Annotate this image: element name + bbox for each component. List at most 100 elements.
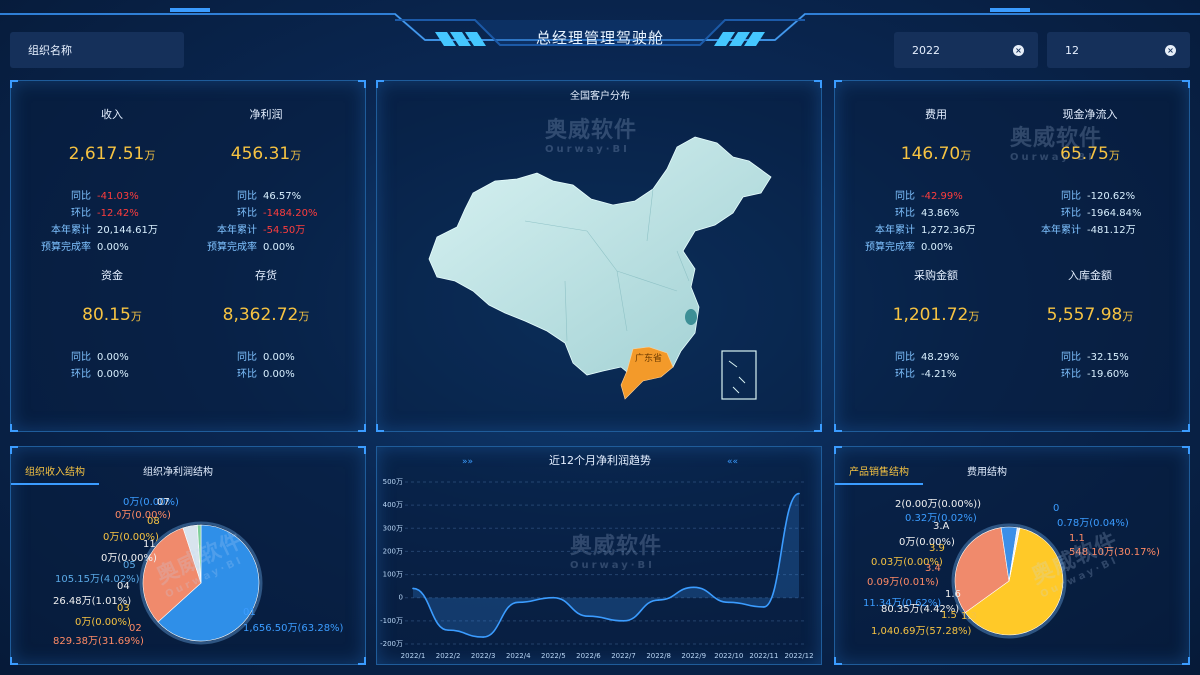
trend-point xyxy=(517,601,520,604)
y-tick-label: 0 xyxy=(399,594,403,602)
metric-key: 同比 xyxy=(1061,352,1081,363)
pie-label: 2(0.00万(0.00%)) xyxy=(895,499,982,510)
metric-key: 环比 xyxy=(895,369,915,380)
metric-row: 本年累计 -481.12万 xyxy=(1001,221,1136,236)
metric-value: -42.99% xyxy=(921,191,963,202)
y-tick-label: 300万 xyxy=(383,524,403,532)
org-name-placeholder: 组织名称 xyxy=(28,44,72,57)
kpi-value: 5,557.98万 xyxy=(1046,305,1134,325)
metric-key: 同比 xyxy=(895,352,915,363)
pie-label: 1,040.69万(57.28%) xyxy=(871,626,972,637)
kpi-label: 收入 xyxy=(101,108,123,121)
metric-value: 0.00% xyxy=(97,352,129,363)
year-select[interactable]: 2022 × xyxy=(894,32,1038,68)
map-highlight-label: 广东省 xyxy=(635,352,662,364)
metric-key: 同比 xyxy=(71,352,91,363)
x-tick-label: 2022/1 xyxy=(401,652,426,660)
pie-label: 3.A xyxy=(933,521,950,532)
trend-point xyxy=(412,587,414,590)
y-tick-label: 400万 xyxy=(383,501,403,509)
trend-point xyxy=(482,636,484,638)
kpi-label: 存货 xyxy=(255,269,277,282)
trend-point xyxy=(447,629,449,631)
pie-label: 0万(0.00%) xyxy=(115,510,171,521)
month-select[interactable]: 12 × xyxy=(1047,32,1190,68)
metric-key: 预算完成率 xyxy=(207,242,257,253)
metric-row: 同比 -32.15% xyxy=(1001,348,1129,363)
metric-key: 同比 xyxy=(895,191,915,202)
metric-value: 48.29% xyxy=(921,352,960,363)
x-tick-label: 2022/5 xyxy=(541,652,566,660)
metric-value: -32.15% xyxy=(1087,352,1129,363)
trend-point xyxy=(728,601,730,604)
year-value: 2022 xyxy=(912,43,940,57)
metric-row: 环比 -19.60% xyxy=(1001,365,1129,380)
metric-row: 同比 -120.62% xyxy=(1001,187,1135,202)
kpi-label: 入库金额 xyxy=(1068,269,1112,282)
pie-label: 0 xyxy=(1053,503,1060,514)
metric-key: 本年累计 xyxy=(51,225,91,236)
pie-label: 1.3 xyxy=(961,611,977,622)
map-region-mainland xyxy=(428,136,772,378)
purchase-kpi: 采购金额 1,201.72万 xyxy=(861,267,1011,325)
trend-point xyxy=(552,596,555,599)
watermark: 奥威软件 Ourway·BI xyxy=(545,118,638,155)
pie-label: 04 xyxy=(117,581,130,592)
revenue-kpi: 收入 2,617.51万 xyxy=(37,106,187,164)
metric-value: 43.86% xyxy=(921,208,960,219)
pie-label: 08 xyxy=(147,516,160,527)
pie-label: 1.6 xyxy=(945,589,961,600)
pie-label: 1,656.50万(63.28%) xyxy=(243,623,344,634)
metric-row: 本年累计 1,272.36万 xyxy=(835,221,976,236)
metric-key: 环比 xyxy=(71,208,91,219)
watermark: 奥威软件 Ourway·BI xyxy=(1010,126,1103,163)
metric-row: 环比 -1964.84% xyxy=(1001,204,1141,219)
metric-row: 同比 -41.03% xyxy=(11,187,139,202)
kpi-value: 2,617.51万 xyxy=(68,144,156,164)
pie-label: 0.78万(0.04%) xyxy=(1057,518,1129,529)
metric-value: -12.42% xyxy=(97,208,139,219)
metric-row: 本年累计 20,144.61万 xyxy=(11,221,158,236)
trend-point xyxy=(657,599,660,601)
metric-row: 环比 -4.21% xyxy=(835,365,956,380)
metric-value: 0.00% xyxy=(921,242,953,253)
product-structure-panel: 产品销售结构 费用结构 2(0.00万(0.00%)) 0.32万(0.02%) 3… xyxy=(834,446,1190,665)
x-tick-label: 2022/3 xyxy=(471,652,496,660)
x-tick-label: 2022/2 xyxy=(436,652,461,660)
kpi-label: 采购金额 xyxy=(914,269,958,282)
pie-label: 0.09万(0.01%) xyxy=(867,577,939,588)
kpi-label: 费用 xyxy=(925,108,947,121)
clear-icon[interactable]: × xyxy=(1165,45,1176,56)
metric-value: 0.00% xyxy=(97,242,129,253)
trend-point xyxy=(587,615,590,618)
metric-row: 同比 0.00% xyxy=(177,348,295,363)
x-tick-label: 2022/9 xyxy=(681,652,706,660)
metric-key: 本年累计 xyxy=(875,225,915,236)
metric-value: -54.50万 xyxy=(263,225,306,236)
metric-value: -4.21% xyxy=(921,369,957,380)
metric-key: 本年累计 xyxy=(217,225,257,236)
inventory-kpi: 存货 8,362.72万 xyxy=(191,267,341,325)
kpi-value: 80.15万 xyxy=(82,305,142,325)
watermark: 奥威软件 Ourway·BI xyxy=(570,534,663,571)
metric-row: 同比 0.00% xyxy=(11,348,129,363)
capital-kpi: 资金 80.15万 xyxy=(37,267,187,325)
metric-key: 环比 xyxy=(1061,208,1081,219)
metric-row: 环比 -12.42% xyxy=(11,204,139,219)
x-tick-label: 2022/8 xyxy=(646,652,671,660)
metric-value: 1,272.36万 xyxy=(921,225,976,236)
metric-key: 同比 xyxy=(71,191,91,202)
metric-row: 预算完成率 0.00% xyxy=(11,238,129,253)
stock-in-kpi: 入库金额 5,557.98万 xyxy=(1015,267,1165,325)
org-name-input[interactable]: 组织名称 xyxy=(10,32,184,68)
pie-label: 0万(0.00%) xyxy=(75,617,131,628)
metric-row: 环比 -1484.20% xyxy=(177,204,317,219)
metric-row: 同比 48.29% xyxy=(835,348,959,363)
metric-key: 环比 xyxy=(237,369,257,380)
metric-row: 预算完成率 0.00% xyxy=(177,238,295,253)
y-tick-label: 100万 xyxy=(383,571,403,579)
metric-row: 环比 43.86% xyxy=(835,204,959,219)
metric-key: 环比 xyxy=(1061,369,1081,380)
page-title: 总经理管理驾驶舱 xyxy=(535,29,664,47)
clear-icon[interactable]: × xyxy=(1013,45,1024,56)
